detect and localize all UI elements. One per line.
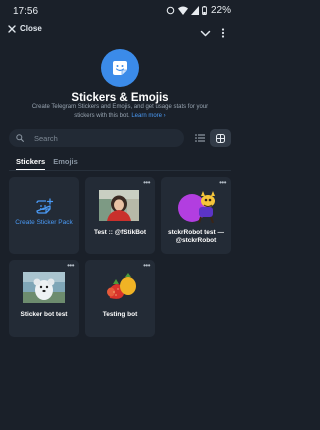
grid-view-icon — [216, 133, 225, 143]
search-icon — [16, 134, 24, 142]
data-saver-icon — [166, 6, 175, 15]
grid-view-button[interactable] — [210, 129, 231, 147]
pack-title: stckrRobot test — @stckrRobot — [168, 229, 224, 244]
tab-emojis[interactable]: Emojis — [53, 157, 78, 170]
pack-menu-icon[interactable]: ••• — [143, 179, 150, 187]
create-sticker-pack-label: Create Sticker Pack — [15, 219, 73, 226]
more-options-button[interactable] — [220, 25, 226, 43]
tabs-divider — [9, 170, 231, 171]
sticker-bot-icon — [113, 61, 127, 75]
pack-thumbnail — [178, 191, 215, 223]
chevron-down-icon — [200, 30, 211, 37]
close-icon — [8, 24, 16, 33]
tabs: Stickers Emojis — [16, 157, 78, 170]
sticker-pack-card[interactable]: ••• stckrRobot test — @stckrRobot — [161, 177, 231, 254]
list-view-button[interactable] — [189, 129, 210, 147]
list-view-icon — [194, 134, 205, 142]
wifi-icon — [177, 6, 188, 15]
add-sticker-icon — [36, 198, 54, 214]
battery-icon — [202, 6, 207, 15]
close-label: Close — [20, 24, 42, 33]
sticker-pack-card[interactable]: ••• Sticker bot test — [9, 260, 79, 337]
view-toggle — [189, 129, 231, 147]
pack-title: Testing bot — [102, 311, 138, 318]
search-input[interactable] — [32, 132, 176, 144]
sticker-pack-card[interactable]: ••• Testing bot — [85, 260, 155, 337]
learn-more-link[interactable]: Learn more › — [131, 113, 165, 119]
pack-thumbnail — [107, 273, 136, 299]
create-sticker-pack-card[interactable]: Create Sticker Pack — [9, 177, 79, 254]
kebab-menu-icon — [221, 28, 225, 38]
pack-menu-icon[interactable]: ••• — [219, 179, 226, 187]
pack-title: Sticker bot test — [20, 311, 68, 318]
page-description: Create Telegram Stickers and Emojis, and… — [30, 103, 210, 121]
close-button[interactable]: Close — [8, 24, 42, 33]
status-time: 17:56 — [13, 6, 39, 17]
signal-icon — [190, 6, 199, 15]
app-icon — [101, 49, 139, 87]
pack-menu-icon[interactable]: ••• — [143, 262, 150, 270]
sticker-pack-card[interactable]: ••• Test :: @fStikBot — [85, 177, 155, 254]
description-text: Create Telegram Stickers and Emojis, and… — [31, 104, 209, 119]
pack-thumbnail — [23, 272, 65, 303]
battery-percentage: 22% — [210, 5, 231, 16]
status-bar: 17:56 22% — [0, 0, 240, 22]
pack-menu-icon[interactable]: ••• — [67, 262, 74, 270]
pack-thumbnail — [99, 190, 139, 221]
collapse-button[interactable] — [200, 25, 211, 43]
status-icons: 22% — [166, 5, 231, 16]
search-bar[interactable] — [9, 129, 184, 147]
pack-title: Test :: @fStikBot — [93, 229, 147, 236]
tab-stickers[interactable]: Stickers — [16, 157, 46, 170]
top-bar: Close — [0, 22, 240, 42]
